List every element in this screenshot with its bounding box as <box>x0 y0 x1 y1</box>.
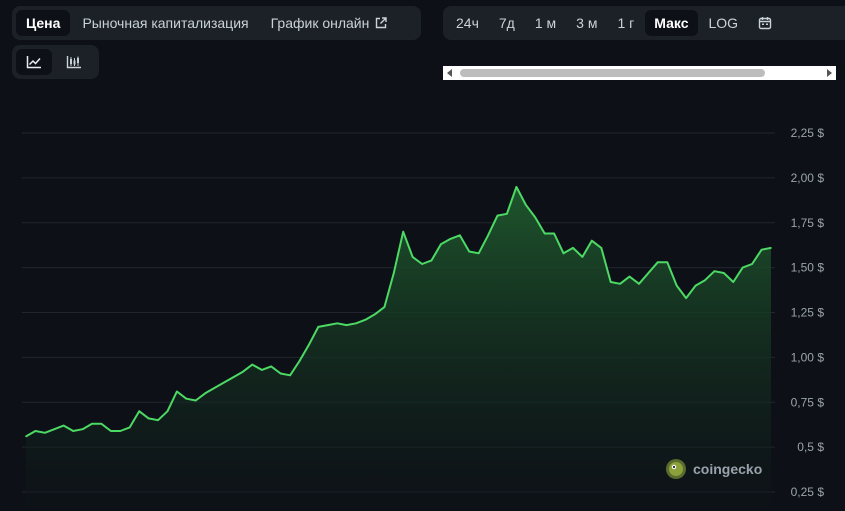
y-tick-label: 0,25 $ <box>791 485 825 499</box>
data-point <box>91 423 93 425</box>
data-point <box>723 272 725 274</box>
data-point <box>383 306 386 308</box>
data-point <box>619 283 621 285</box>
data-point <box>355 322 357 325</box>
data-point <box>562 252 565 255</box>
data-point <box>138 410 140 413</box>
data-point <box>128 426 131 429</box>
data-point <box>289 374 291 377</box>
data-point <box>487 234 489 237</box>
data-point <box>336 322 339 325</box>
y-tick-label: 1,00 $ <box>791 350 825 364</box>
data-point <box>157 419 159 422</box>
data-point <box>185 397 188 400</box>
y-tick-label: 0,75 $ <box>791 395 825 409</box>
watermark-text: coingecko <box>693 461 763 477</box>
data-point <box>402 230 405 233</box>
data-point <box>628 275 631 278</box>
data-point <box>81 428 84 431</box>
data-point <box>345 324 348 326</box>
data-point <box>298 360 301 362</box>
data-point <box>242 370 244 373</box>
y-tick-label: 2,00 $ <box>791 171 825 185</box>
data-point <box>44 432 46 434</box>
data-point <box>34 430 37 432</box>
data-point <box>666 261 669 264</box>
data-point <box>421 263 423 265</box>
data-point <box>477 252 480 255</box>
data-point <box>694 284 697 287</box>
data-point <box>506 213 508 215</box>
data-point <box>543 232 546 235</box>
data-point <box>685 297 687 299</box>
data-point <box>364 318 367 321</box>
data-point <box>581 256 584 258</box>
data-point <box>459 234 461 237</box>
data-point <box>119 430 122 432</box>
data-point <box>468 250 471 253</box>
price-area <box>26 186 771 511</box>
data-point <box>591 239 593 242</box>
data-point <box>25 435 27 438</box>
y-tick-label: 1,50 $ <box>791 261 825 275</box>
y-axis: 0,25 $ 0,5 $ 0,75 $ 1,00 $ 1,25 $ 1,50 $ 1,75 … <box>791 126 825 499</box>
data-point <box>204 392 206 395</box>
data-point <box>327 324 329 326</box>
data-point <box>213 387 216 389</box>
data-point <box>440 243 442 246</box>
data-point <box>704 279 706 282</box>
data-point <box>525 204 527 206</box>
data-point <box>72 430 74 432</box>
data-point <box>657 261 659 264</box>
data-point <box>110 430 112 432</box>
data-point <box>675 284 678 287</box>
data-point <box>232 376 235 378</box>
data-point <box>515 186 518 188</box>
data-point <box>147 417 150 420</box>
data-point <box>270 365 273 368</box>
data-point <box>194 399 197 402</box>
data-point <box>732 281 735 283</box>
data-point <box>609 281 612 283</box>
data-point <box>713 270 716 273</box>
data-point <box>53 428 56 431</box>
data-point <box>261 369 263 371</box>
data-point <box>741 266 744 269</box>
data-point <box>496 214 499 217</box>
data-point <box>449 238 452 240</box>
data-point <box>647 272 650 274</box>
data-point <box>760 248 763 251</box>
data-point <box>534 216 536 219</box>
data-point <box>251 363 254 366</box>
data-point <box>223 381 225 384</box>
data-point <box>638 283 640 285</box>
data-point <box>100 423 103 425</box>
data-point <box>430 259 433 262</box>
data-point <box>166 410 169 413</box>
data-point <box>176 390 178 393</box>
data-point <box>600 247 603 249</box>
price-chart[interactable]: 0,25 $ 0,5 $ 0,75 $ 1,00 $ 1,25 $ 1,50 $ 1,75 … <box>0 0 845 511</box>
data-point <box>411 256 414 258</box>
data-point <box>279 372 282 375</box>
y-tick-label: 1,25 $ <box>791 306 825 320</box>
data-point <box>770 247 772 249</box>
y-tick-label: 0,5 $ <box>797 440 824 454</box>
coingecko-logo-icon <box>666 459 686 479</box>
data-point <box>553 232 555 235</box>
data-point <box>572 247 574 249</box>
data-point <box>751 263 753 265</box>
y-tick-label: 2,25 $ <box>791 126 825 140</box>
data-point <box>374 313 376 316</box>
data-point <box>62 424 65 427</box>
data-point <box>317 326 320 328</box>
data-point <box>308 344 310 346</box>
y-tick-label: 1,75 $ <box>791 216 825 230</box>
data-point <box>393 272 395 274</box>
coingecko-watermark: coingecko <box>665 458 762 480</box>
